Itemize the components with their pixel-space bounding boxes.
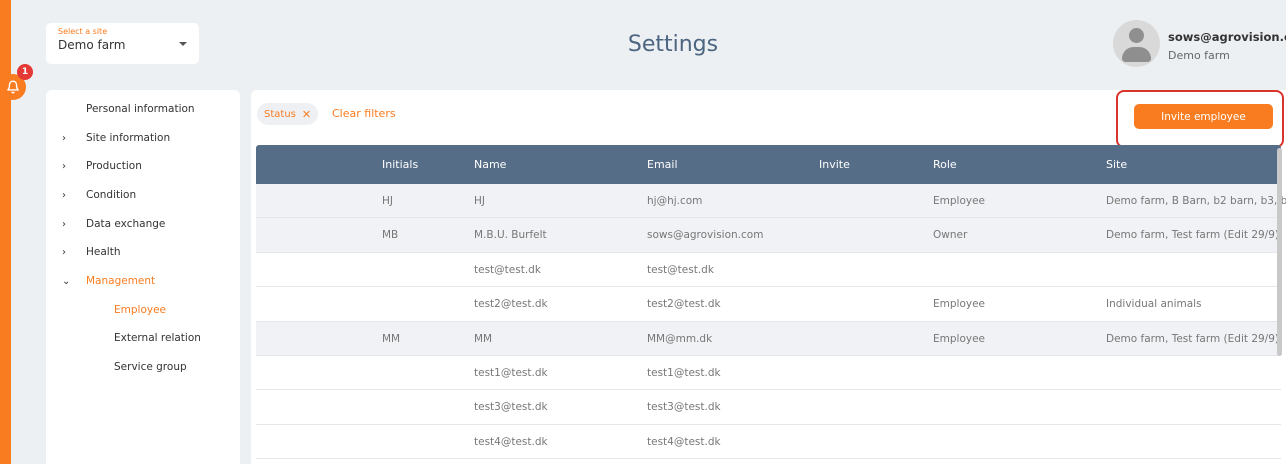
sidebar-subitem-service-group[interactable]: Service group: [114, 361, 187, 373]
table-row[interactable]: test1@test.dk test1@test.dk: [256, 356, 1281, 391]
table-scrollbar[interactable]: [1277, 148, 1282, 356]
table-row[interactable]: test@test.dk test@test.dk: [256, 253, 1281, 288]
table-row[interactable]: MB M.B.U. Burfelt sows@agrovision.com Ow…: [256, 218, 1281, 253]
app-side-bar: [0, 0, 11, 464]
sidebar-item-label: Production: [86, 160, 142, 172]
bell-icon: [7, 80, 19, 94]
cell-site: Demo farm, Test farm (Edit 29/9): [1106, 229, 1279, 242]
chevron-down-icon: ⌄: [62, 275, 71, 287]
sidebar-item-label: Site information: [86, 132, 171, 144]
sidebar-item-label: Condition: [86, 189, 137, 201]
sidebar-item-production[interactable]: › Production: [46, 156, 142, 176]
cell-name: M.B.U. Burfelt: [474, 229, 547, 242]
cell-role: Employee: [933, 332, 986, 345]
chevron-right-icon: ›: [62, 218, 66, 230]
cell-initials: HJ: [382, 195, 393, 207]
cell-name: MM: [474, 332, 493, 345]
sidebar-item-site-information[interactable]: › Site information: [46, 128, 170, 148]
settings-sidebar: Personal information › Site information …: [46, 90, 240, 464]
sidebar-item-condition[interactable]: › Condition: [46, 185, 136, 205]
column-header-invite[interactable]: Invite: [819, 158, 850, 171]
table-row[interactable]: HJ HJ hj@hj.com Employee Demo farm, B Ba…: [256, 184, 1286, 219]
table-row[interactable]: test3@test.dk test3@test.dk: [256, 390, 1281, 425]
status-filter-chip[interactable]: Status ✕: [257, 103, 319, 125]
cell-initials: MM: [382, 332, 401, 345]
sidebar-item-label: Personal information: [86, 103, 195, 115]
clear-filters-link[interactable]: Clear filters: [332, 107, 396, 120]
cell-role: Owner: [933, 229, 968, 242]
cell-site: Demo farm, Test farm (Edit 29/9): [1106, 332, 1279, 345]
column-header-site[interactable]: Site: [1106, 158, 1127, 171]
chevron-right-icon: ›: [62, 160, 66, 172]
column-header-name[interactable]: Name: [474, 158, 506, 171]
sidebar-subitem-external-relation[interactable]: External relation: [114, 332, 201, 344]
user-email: sows@agrovision.com: [1168, 30, 1286, 44]
sidebar-item-personal-information[interactable]: Personal information: [46, 99, 195, 119]
sidebar-subitem-employee[interactable]: Employee: [114, 304, 166, 316]
cell-name: test1@test.dk: [474, 366, 548, 379]
cell-email: test1@test.dk: [647, 366, 721, 379]
user-profile[interactable]: sows@agrovision.com Demo farm: [1113, 20, 1286, 70]
cell-initials: MB: [382, 229, 399, 242]
user-icon-head: [1129, 28, 1144, 43]
chevron-right-icon: ›: [62, 246, 66, 258]
user-icon-body: [1122, 47, 1151, 62]
cell-email: test3@test.dk: [647, 401, 721, 414]
cell-name: test4@test.dk: [474, 435, 548, 448]
cell-name: test2@test.dk: [474, 298, 548, 311]
user-site: Demo farm: [1168, 49, 1230, 62]
invite-employee-button[interactable]: Invite employee: [1134, 104, 1273, 129]
notification-count-badge: 1: [17, 64, 33, 80]
employee-table: Initials Name Email Invite Role Site HJ …: [256, 145, 1286, 460]
cell-role: Employee: [933, 298, 986, 311]
cell-email: test@test.dk: [647, 263, 714, 276]
table-row[interactable]: test2@test.dk test2@test.dk Employee Ind…: [256, 287, 1281, 322]
cell-email: hj@hj.com: [647, 195, 703, 207]
employee-panel: Status ✕ Clear filters Invite employee I…: [251, 90, 1286, 464]
cell-email: test4@test.dk: [647, 435, 721, 448]
cell-role: Employee: [933, 195, 986, 207]
table-header: Initials Name Email Invite Role Site: [256, 145, 1281, 184]
cell-site: Demo farm, B Barn, b2 barn, b3, b: [1106, 195, 1286, 207]
cell-email: test2@test.dk: [647, 298, 721, 311]
sidebar-item-data-exchange[interactable]: › Data exchange: [46, 214, 165, 234]
cell-name: test3@test.dk: [474, 401, 548, 414]
sidebar-item-health[interactable]: › Health: [46, 242, 120, 262]
column-header-role[interactable]: Role: [933, 158, 957, 171]
cell-site: Individual animals: [1106, 298, 1202, 311]
column-header-initials[interactable]: Initials: [382, 158, 418, 171]
table-row[interactable]: MM MM MM@mm.dk Employee Demo farm, Test …: [256, 321, 1281, 356]
sidebar-item-label: Data exchange: [86, 218, 166, 230]
cell-email: sows@agrovision.com: [647, 229, 764, 242]
cell-name: test@test.dk: [474, 263, 541, 276]
status-filter-label: Status: [264, 108, 296, 120]
chevron-right-icon: ›: [62, 189, 66, 201]
sidebar-item-management[interactable]: ⌄ Management: [46, 271, 155, 291]
chevron-right-icon: ›: [62, 132, 66, 144]
column-header-email[interactable]: Email: [647, 158, 678, 171]
avatar[interactable]: [1113, 20, 1160, 67]
cell-name: HJ: [474, 195, 485, 207]
page-title: Settings: [627, 32, 719, 57]
close-icon[interactable]: ✕: [302, 108, 311, 121]
table-row[interactable]: test4@test.dk test4@test.dk: [256, 425, 1281, 460]
sidebar-item-label: Health: [86, 246, 121, 258]
sidebar-item-label: Management: [86, 275, 156, 287]
cell-email: MM@mm.dk: [647, 332, 713, 345]
